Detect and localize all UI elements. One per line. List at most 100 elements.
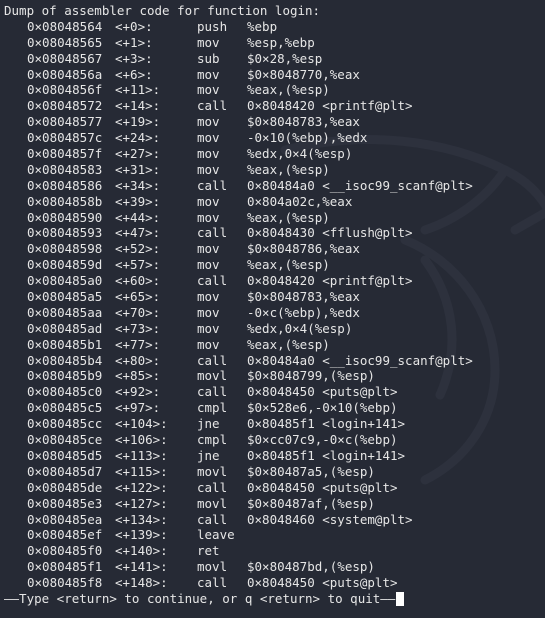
instruction-row: 0×08048572 <+14>: call 0×8048420 <printf@pl… <box>4 98 545 114</box>
instruction-operands: %edx,0×4(%esp) <box>247 320 353 336</box>
instruction-address: 0×080485f8 <box>27 575 103 591</box>
instruction-offset: <+0>: <box>115 18 153 34</box>
instruction-operands: 0×80484a0 <__isoc99_scanf@plt> <box>247 352 473 368</box>
instruction-operands: 0×8048430 <fflush@plt> <box>247 225 413 241</box>
block-cursor[interactable] <box>396 591 405 606</box>
instruction-row: 0×0804856f <+11>: mov %eax,(%esp) <box>4 82 545 98</box>
instruction-offset: <+6>: <box>115 66 153 82</box>
instruction-address: 0×080485ef <box>27 527 103 543</box>
instruction-opcode: movl <box>197 463 228 479</box>
instruction-opcode: ret <box>197 543 220 559</box>
instruction-offset: <+60>: <box>115 273 161 289</box>
instruction-address: 0×080485ce <box>27 432 103 448</box>
instruction-address: 0×0804858b <box>27 193 103 209</box>
instruction-row: 0×080485ad <+73>: mov %edx,0×4(%esp) <box>4 321 545 337</box>
instruction-operands: %eax,(%esp) <box>247 257 330 273</box>
instruction-operands: $0×80487a5,(%esp) <box>247 463 375 479</box>
instruction-row: 0×080485ce <+106>: cmpl $0×cc07c9,-0×c(%ebp… <box>4 432 545 448</box>
instruction-offset: <+85>: <box>115 368 161 384</box>
instruction-row: 0×080485b4 <+80>: call 0×80484a0 <__isoc99_… <box>4 353 545 369</box>
instruction-operands: 0×80485f1 <login+141> <box>247 416 406 432</box>
instruction-address: 0×080485b4 <box>27 352 103 368</box>
instruction-address: 0×08048564 <box>27 18 103 34</box>
instruction-address: 0×080485f0 <box>27 543 103 559</box>
instruction-row: 0×08048564 <+0>: push %ebp <box>4 19 545 35</box>
instruction-address: 0×080485ea <box>27 511 103 527</box>
instruction-row: 0×0804857c <+24>: mov -0×10(%ebp),%edx <box>4 130 545 146</box>
instruction-row: 0×08048590 <+44>: mov %eax,(%esp) <box>4 210 545 226</box>
instruction-offset: <+1>: <box>115 34 153 50</box>
instruction-row: 0×080485de <+122>: call 0×8048450 <puts@plt… <box>4 480 545 496</box>
instruction-opcode: call <box>197 511 228 527</box>
instruction-operands: $0×cc07c9,-0×c(%ebp) <box>247 432 398 448</box>
instruction-offset: <+140>: <box>115 543 168 559</box>
instruction-offset: <+57>: <box>115 257 161 273</box>
instruction-opcode: call <box>197 384 228 400</box>
instruction-operands: $0×8048770,%eax <box>247 66 360 82</box>
instruction-address: 0×080485c5 <box>27 400 103 416</box>
instruction-row: 0×0804859d <+57>: mov %eax,(%esp) <box>4 257 545 273</box>
instruction-operands: $0×8048783,%eax <box>247 114 360 130</box>
instruction-opcode: jne <box>197 416 220 432</box>
instruction-offset: <+80>: <box>115 352 161 368</box>
instruction-opcode: call <box>197 98 228 114</box>
instruction-opcode: jne <box>197 447 220 463</box>
instruction-operands: $0×80487bd,(%esp) <box>247 559 375 575</box>
instruction-row: 0×080485b1 <+77>: mov %eax,(%esp) <box>4 337 545 353</box>
terminal-window[interactable]: Dump of assembler code for function logi… <box>0 0 545 618</box>
instruction-address: 0×08048593 <box>27 225 103 241</box>
instruction-operands: %esp,%ebp <box>247 34 315 50</box>
instruction-operands: $0×8048786,%eax <box>247 241 360 257</box>
instruction-operands: $0×8048799,(%esp) <box>247 368 375 384</box>
instruction-opcode: mov <box>197 193 220 209</box>
instruction-address: 0×0804856a <box>27 66 103 82</box>
instruction-address: 0×08048572 <box>27 98 103 114</box>
instruction-offset: <+65>: <box>115 289 161 305</box>
instruction-address: 0×08048598 <box>27 241 103 257</box>
instruction-row: 0×080485f8 <+148>: call 0×8048450 <puts@plt… <box>4 575 545 591</box>
instruction-row: 0×080485c0 <+92>: call 0×8048450 <puts@plt> <box>4 384 545 400</box>
instruction-offset: <+3>: <box>115 50 153 66</box>
instruction-offset: <+39>: <box>115 193 161 209</box>
dump-header: Dump of assembler code for function logi… <box>4 3 321 18</box>
instruction-offset: <+52>: <box>115 241 161 257</box>
instruction-row: 0×080485ea <+134>: call 0×8048460 <system@p… <box>4 512 545 528</box>
instruction-opcode: mov <box>197 209 220 225</box>
instruction-address: 0×08048586 <box>27 177 103 193</box>
instruction-row: 0×080485f0 <+140>: ret <box>4 543 545 559</box>
instruction-opcode: sub <box>197 50 220 66</box>
instruction-offset: <+77>: <box>115 336 161 352</box>
instruction-offset: <+14>: <box>115 98 161 114</box>
instruction-address: 0×08048567 <box>27 50 103 66</box>
instruction-opcode: mov <box>197 66 220 82</box>
instruction-operands: 0×8048460 <system@plt> <box>247 511 413 527</box>
instruction-operands: 0×80484a0 <__isoc99_scanf@plt> <box>247 177 473 193</box>
instruction-operands: %eax,(%esp) <box>247 209 330 225</box>
instruction-list: 0×08048564 <+0>: push %ebp 0×08048565 <+1>: mo… <box>4 19 545 591</box>
instruction-opcode: cmpl <box>197 400 228 416</box>
instruction-row: 0×080485b9 <+85>: movl $0×8048799,(%esp) <box>4 368 545 384</box>
instruction-opcode: push <box>197 18 228 34</box>
instruction-opcode: movl <box>197 368 228 384</box>
instruction-opcode: call <box>197 177 228 193</box>
instruction-opcode: mov <box>197 320 220 336</box>
instruction-opcode: mov <box>197 34 220 50</box>
instruction-row: 0×08048567 <+3>: sub $0×28,%esp <box>4 51 545 67</box>
instruction-opcode: mov <box>197 304 220 320</box>
instruction-operands: $0×80487af,(%esp) <box>247 495 375 511</box>
instruction-row: 0×080485d7 <+115>: movl $0×80487a5,(%esp) <box>4 464 545 480</box>
instruction-address: 0×080485a0 <box>27 273 103 289</box>
instruction-offset: <+139>: <box>115 527 168 543</box>
instruction-opcode: mov <box>197 161 220 177</box>
instruction-address: 0×080485aa <box>27 304 103 320</box>
instruction-opcode: call <box>197 225 228 241</box>
instruction-operands: 0×8048450 <puts@plt> <box>247 384 398 400</box>
instruction-operands: $0×528e6,-0×10(%ebp) <box>247 400 398 416</box>
instruction-row: 0×080485aa <+70>: mov -0×c(%ebp),%edx <box>4 305 545 321</box>
instruction-row: 0×080485e3 <+127>: movl $0×80487af,(%esp) <box>4 496 545 512</box>
instruction-address: 0×0804857f <box>27 146 103 162</box>
instruction-operands: 0×80485f1 <login+141> <box>247 447 406 463</box>
instruction-operands: %eax,(%esp) <box>247 161 330 177</box>
instruction-address: 0×080485a5 <box>27 289 103 305</box>
instruction-address: 0×080485f1 <box>27 559 103 575</box>
